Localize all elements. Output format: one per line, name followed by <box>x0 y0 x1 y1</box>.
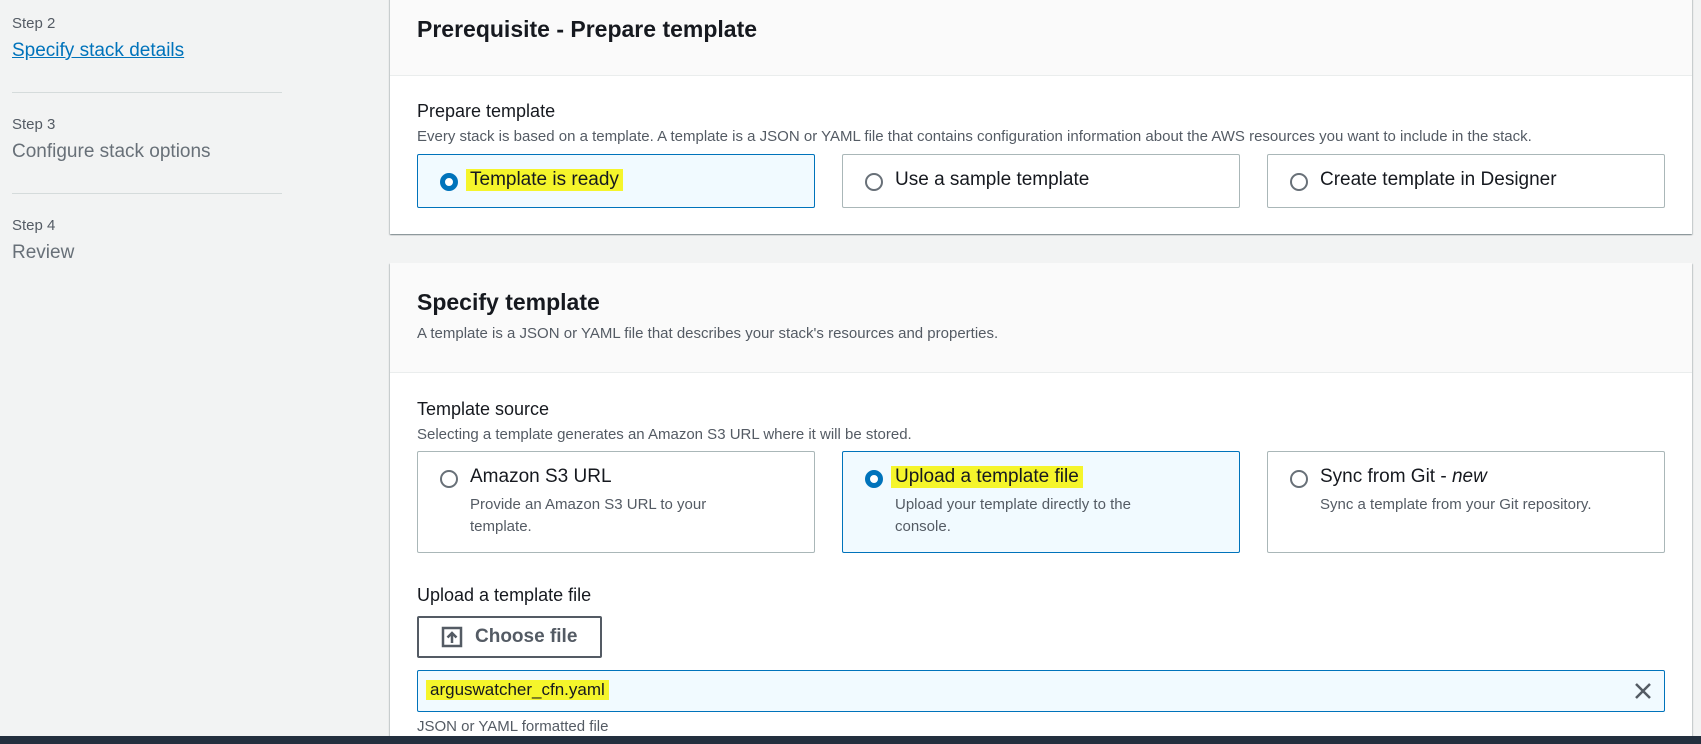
panel-header: Prerequisite - Prepare template <box>390 0 1692 76</box>
radio-icon[interactable] <box>865 470 883 488</box>
panel-header: Specify template A template is a JSON or… <box>390 263 1692 373</box>
radio-icon[interactable] <box>440 173 458 191</box>
step-4: Step 4 Review <box>12 217 74 264</box>
upload-icon <box>441 626 463 648</box>
option-label: Upload a template file <box>891 466 1083 488</box>
selected-file-token: arguswatcher_cfn.yaml <box>417 670 1665 712</box>
option-template-is-ready[interactable]: Template is ready <box>417 154 815 208</box>
sidebar-divider <box>12 193 282 194</box>
file-format-hint: JSON or YAML formatted file <box>417 718 609 735</box>
panel-title: Prerequisite - Prepare template <box>417 16 758 42</box>
wizard-sidebar: Step 2 Specify stack details Step 3 Conf… <box>0 0 290 736</box>
option-label: Sync from Git - new <box>1320 466 1487 487</box>
specify-template-panel: Specify template A template is a JSON or… <box>390 263 1692 744</box>
radio-icon[interactable] <box>865 173 883 191</box>
step-number: Step 2 <box>12 15 56 32</box>
step-title-configure-stack-options: Configure stack options <box>12 141 211 162</box>
bottom-bar <box>0 736 1701 744</box>
step-2: Step 2 Specify stack details <box>12 15 184 62</box>
option-create-in-designer[interactable]: Create template in Designer <box>1267 154 1665 208</box>
template-source-description: Selecting a template generates an Amazon… <box>417 426 912 443</box>
option-label: Create template in Designer <box>1320 169 1557 190</box>
sidebar-divider <box>12 92 282 93</box>
step-number: Step 4 <box>12 217 56 234</box>
step-link-specify-stack-details[interactable]: Specify stack details <box>12 40 184 62</box>
option-description: Sync a template from your Git repository… <box>1320 496 1592 513</box>
option-amazon-s3-url[interactable]: Amazon S3 URL Provide an Amazon S3 URL t… <box>417 451 815 553</box>
file-name: arguswatcher_cfn.yaml <box>426 680 609 700</box>
option-upload-template-file[interactable]: Upload a template file Upload your templ… <box>842 451 1240 553</box>
prepare-template-description: Every stack is based on a template. A te… <box>417 128 1532 145</box>
option-sync-from-git[interactable]: Sync from Git - new Sync a template from… <box>1267 451 1665 553</box>
option-label: Template is ready <box>466 169 623 191</box>
step-3: Step 3 Configure stack options <box>12 116 211 163</box>
step-title-review: Review <box>12 242 75 263</box>
option-label: Use a sample template <box>895 169 1090 190</box>
prerequisite-panel: Prerequisite - Prepare template Prepare … <box>390 0 1692 234</box>
panel-description: A template is a JSON or YAML file that d… <box>417 325 999 342</box>
option-description: Provide an Amazon S3 URL to your templat… <box>470 496 707 535</box>
step-number: Step 3 <box>12 116 56 133</box>
close-icon[interactable] <box>1632 680 1654 702</box>
choose-file-button[interactable]: Choose file <box>417 616 602 658</box>
panel-title: Specify template <box>417 289 600 315</box>
radio-icon[interactable] <box>1290 470 1308 488</box>
radio-icon[interactable] <box>1290 173 1308 191</box>
option-use-sample-template[interactable]: Use a sample template <box>842 154 1240 208</box>
option-label: Amazon S3 URL <box>470 466 612 487</box>
option-description: Upload your template directly to the con… <box>895 496 1131 535</box>
radio-icon[interactable] <box>440 470 458 488</box>
upload-file-label: Upload a template file <box>417 585 592 605</box>
prepare-template-label: Prepare template <box>417 101 556 121</box>
choose-file-label: Choose file <box>475 626 578 647</box>
template-source-label: Template source <box>417 399 550 419</box>
